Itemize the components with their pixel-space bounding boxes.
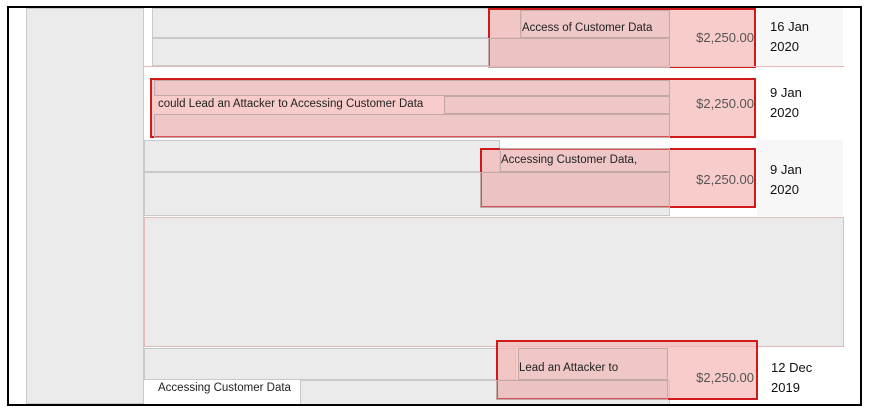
row1-date-day: 16 Jan (770, 19, 810, 34)
bottom-text-fragment: Accessing Customer Data (158, 382, 291, 394)
row1-date-year: 2020 (770, 39, 799, 54)
row2-highlight-inner (444, 96, 670, 114)
row4-bar-top (144, 348, 516, 380)
row3-bar-top (144, 140, 500, 172)
left-panel (26, 8, 144, 404)
row3-amount: $2,250.00 (696, 172, 754, 187)
row1-amount: $2,250.00 (696, 30, 754, 45)
row3-date: 9 Jan 2020 (770, 160, 840, 200)
screenshot-frame: Access of Customer Data $2,250.00 16 Jan… (0, 0, 870, 412)
row1-highlight-inner (488, 38, 670, 68)
row2-highlight-inner (154, 80, 670, 96)
row4-date: 12 Dec 2019 (771, 358, 841, 398)
row2-date-year: 2020 (770, 105, 799, 120)
row2-highlight-inner (154, 114, 670, 138)
row4-amount: $2,250.00 (696, 370, 754, 385)
row2-amount: $2,250.00 (696, 96, 754, 111)
row2-text-fragment: could Lead an Attacker to Accessing Cust… (158, 98, 424, 110)
row4-date-year: 2019 (771, 380, 800, 395)
row3-highlight-inner (480, 172, 670, 208)
empty-content-block (144, 217, 844, 347)
row4-highlight-inner (496, 380, 668, 400)
row3-date-day: 9 Jan (770, 162, 802, 177)
row4-date-day: 12 Dec (771, 360, 813, 375)
row1-text-fragment: Access of Customer Data (522, 22, 653, 34)
row3-date-year: 2020 (770, 182, 799, 197)
row1-bar-top (152, 8, 522, 38)
row3-text-fragment: Accessing Customer Data, (501, 154, 638, 166)
row2-date-day: 9 Jan (770, 85, 802, 100)
row1-date: 16 Jan 2020 (770, 17, 840, 57)
row-divider (144, 66, 844, 67)
row4-text-fragment: Lead an Attacker to (519, 362, 619, 374)
row2-date: 9 Jan 2020 (770, 83, 840, 123)
